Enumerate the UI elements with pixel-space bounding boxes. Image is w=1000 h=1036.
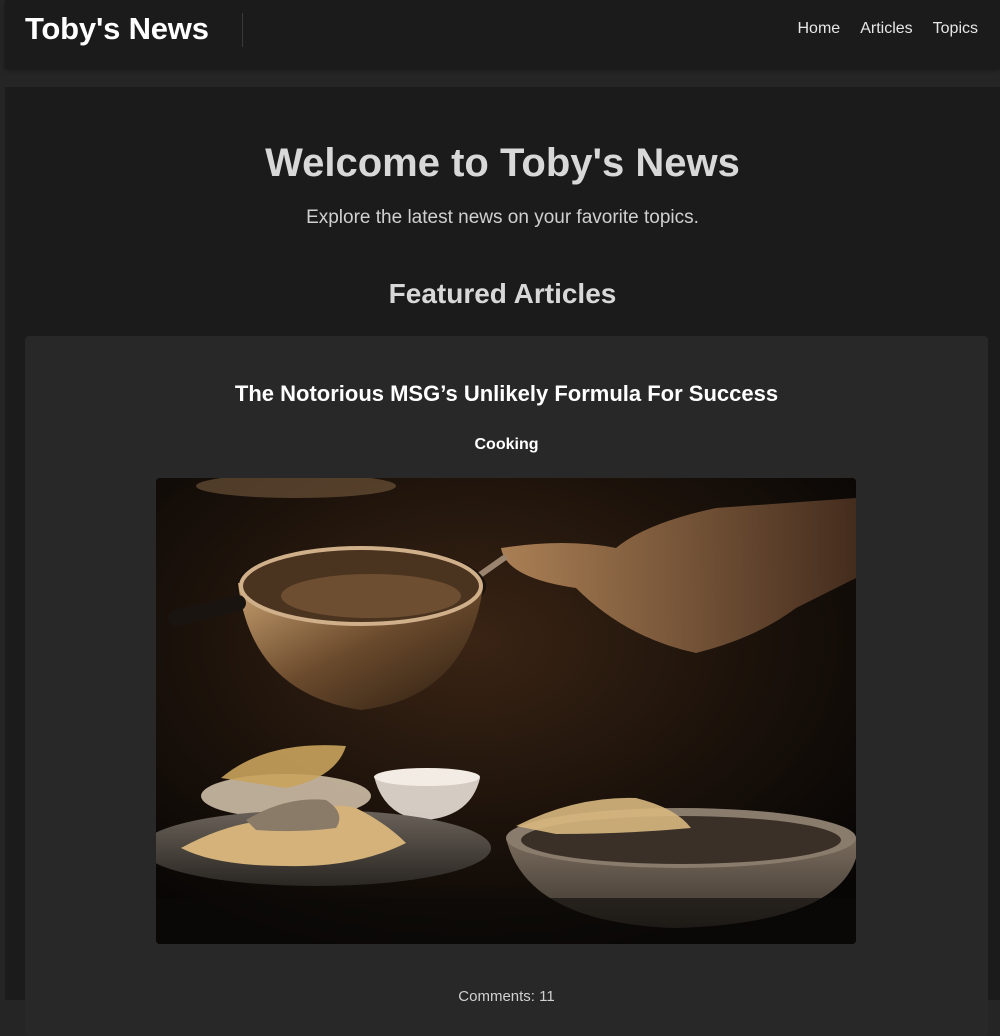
- article-image[interactable]: [156, 478, 856, 944]
- welcome-subtitle: Explore the latest news on your favorite…: [306, 207, 699, 228]
- article-card[interactable]: The Notorious MSG’s Unlikely Formula For…: [25, 336, 988, 1036]
- main-content: Welcome to Toby's News Explore the lates…: [5, 87, 1000, 1036]
- article-topic-label: Cooking: [474, 436, 539, 453]
- brand-divider: [242, 13, 243, 47]
- nav-topics-link[interactable]: Topics: [933, 20, 978, 38]
- site-header: Toby's News Home Articles Topics: [5, 0, 1000, 68]
- featured-articles-heading: Featured Articles: [388, 278, 617, 309]
- article-title[interactable]: The Notorious MSG’s Unlikely Formula For…: [25, 381, 988, 407]
- site-brand[interactable]: Toby's News: [25, 11, 209, 47]
- nav-home-link[interactable]: Home: [798, 20, 841, 38]
- main-nav: Home Articles Topics: [798, 20, 979, 38]
- nav-articles-link[interactable]: Articles: [860, 20, 912, 38]
- welcome-title: Welcome to Toby's News: [265, 141, 740, 185]
- cooking-photo-illustration: [156, 478, 856, 944]
- article-comments-count: Comments: 11: [458, 988, 555, 1005]
